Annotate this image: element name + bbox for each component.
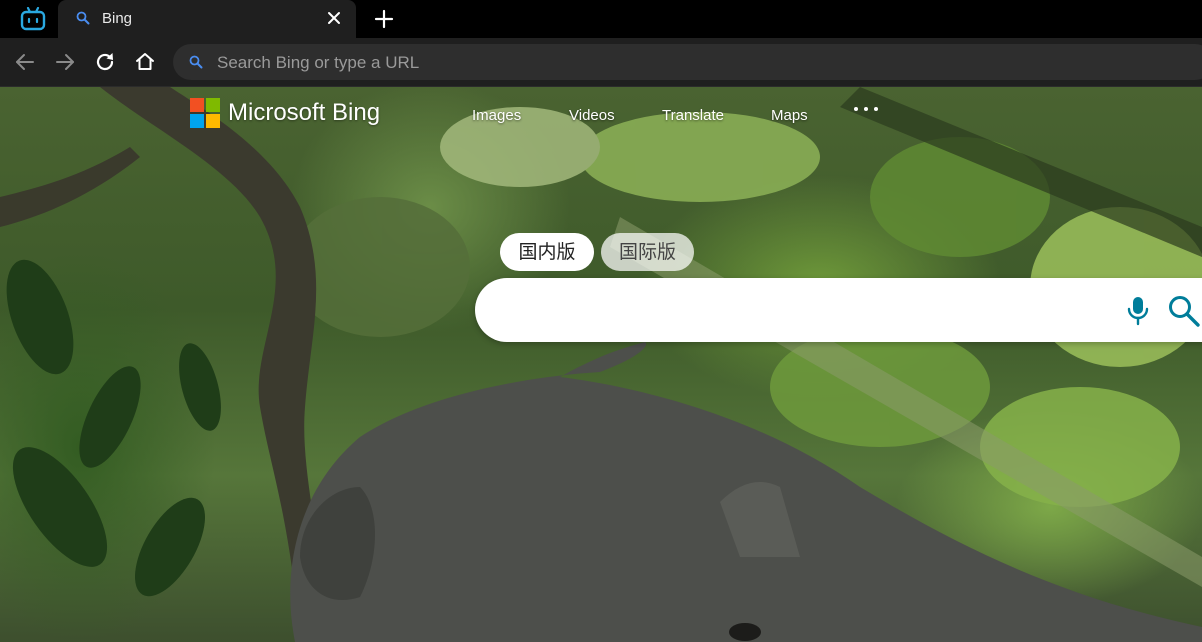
home-icon[interactable] — [133, 50, 157, 74]
search-input[interactable] — [503, 296, 1107, 326]
tab-strip: Bing — [0, 0, 1202, 38]
more-icon[interactable] — [854, 104, 880, 114]
nav-videos[interactable]: Videos — [569, 107, 615, 124]
brand-name: Microsoft Bing — [228, 99, 381, 126]
bing-homepage: Microsoft Bing Images Videos Translate M… — [0, 87, 1202, 642]
arrow-left-icon[interactable] — [13, 50, 37, 74]
search-icon[interactable] — [1167, 294, 1201, 328]
address-input[interactable] — [215, 50, 1119, 76]
browser-app-icon[interactable] — [20, 7, 46, 31]
region-domestic-button[interactable]: 国内版 — [500, 233, 594, 271]
toolbar — [0, 38, 1202, 87]
arrow-right-icon[interactable] — [53, 50, 77, 74]
microphone-icon[interactable] — [1125, 295, 1151, 327]
microsoft-logo-icon — [190, 98, 220, 128]
tab-bing[interactable]: Bing — [58, 0, 356, 38]
tab-title: Bing — [102, 10, 133, 27]
search-icon — [189, 55, 203, 69]
nav-maps[interactable]: Maps — [771, 107, 808, 124]
region-international-button[interactable]: 国际版 — [601, 233, 694, 271]
background-photo — [0, 87, 1202, 642]
nav-translate[interactable]: Translate — [662, 107, 724, 124]
close-icon[interactable] — [324, 8, 344, 28]
address-bar[interactable] — [173, 44, 1202, 80]
plus-icon[interactable] — [373, 8, 395, 30]
bing-search-box[interactable] — [475, 278, 1202, 342]
reload-icon[interactable] — [93, 50, 117, 74]
nav-images[interactable]: Images — [472, 107, 521, 124]
search-icon — [76, 11, 90, 25]
